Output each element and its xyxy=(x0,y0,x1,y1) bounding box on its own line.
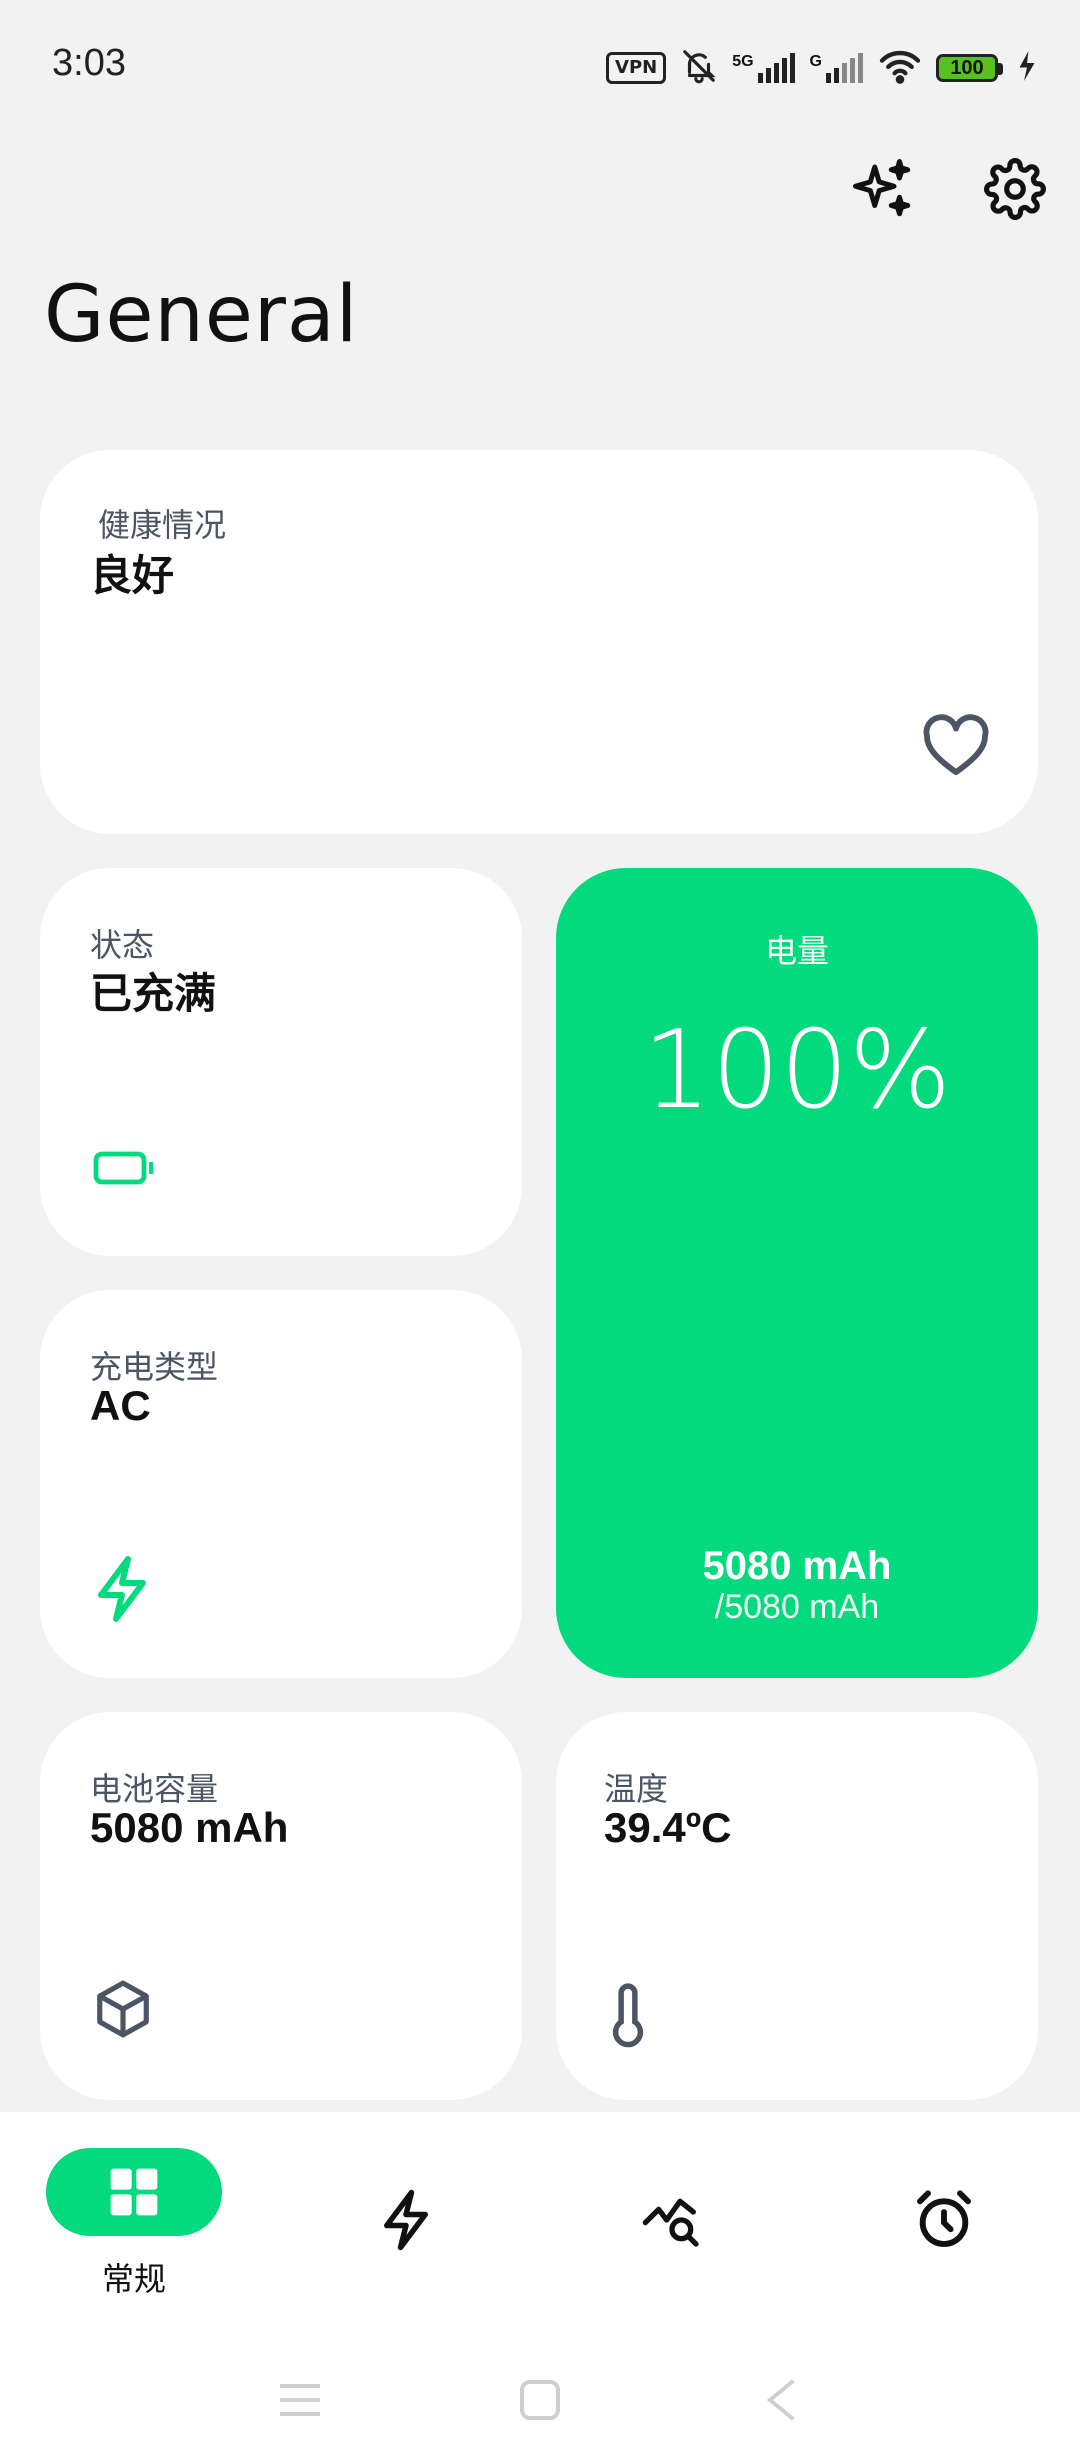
gear-icon xyxy=(984,158,1046,220)
bolt-icon xyxy=(92,1552,152,1631)
bolt-icon xyxy=(384,2189,428,2251)
charge-type-value: AC xyxy=(90,1382,151,1429)
charge-type-card[interactable]: 充电类型 AC xyxy=(40,1290,522,1678)
level-label: 电量 xyxy=(764,933,829,969)
menu-nav-button[interactable] xyxy=(260,2370,340,2430)
charging-icon xyxy=(1018,50,1036,86)
wifi-icon xyxy=(878,48,922,89)
level-current-mah: 5080 mAh xyxy=(702,1544,892,1588)
chart-search-icon xyxy=(642,2198,699,2247)
dashboard-icon xyxy=(110,2168,158,2216)
capacity-value: 5080 mAh xyxy=(90,1804,289,1851)
nav-item-charging[interactable] xyxy=(366,2180,446,2260)
level-percent: 100% xyxy=(642,1008,952,1133)
back-nav-button[interactable] xyxy=(740,2370,820,2430)
cube-icon xyxy=(92,1978,154,2045)
sparkle-button[interactable] xyxy=(846,152,920,226)
status-time: 3:03 xyxy=(52,42,126,84)
page-title: General xyxy=(44,270,359,360)
level-total-mah: /5080 mAh xyxy=(714,1588,880,1626)
signal-5g-icon: 5G xyxy=(732,53,795,83)
back-chevron-icon xyxy=(766,2380,794,2420)
heart-icon xyxy=(920,714,992,783)
health-card[interactable]: 健康情况 良好 xyxy=(40,450,1038,834)
status-card[interactable]: 状态 已充满 xyxy=(40,868,522,1256)
nav-item-alarm[interactable] xyxy=(904,2180,984,2260)
menu-icon xyxy=(280,2384,320,2416)
home-nav-button[interactable] xyxy=(500,2370,580,2430)
sparkle-icon xyxy=(853,159,911,217)
status-value: 已充满 xyxy=(90,970,217,1017)
nav-item-general[interactable] xyxy=(46,2148,222,2236)
thermometer-icon xyxy=(606,1982,650,2053)
temperature-card[interactable]: 温度 39.4ºC xyxy=(556,1712,1038,2100)
health-label: 健康情况 xyxy=(98,507,227,543)
settings-button[interactable] xyxy=(978,152,1052,226)
battery-icon xyxy=(92,1148,158,1193)
capacity-card[interactable]: 电池容量 5080 mAh xyxy=(40,1712,522,2100)
nav-item-history[interactable] xyxy=(632,2180,712,2260)
level-card[interactable]: 电量 100% 5080 mAh /5080 mAh xyxy=(556,868,1038,1678)
nav-label-general: 常规 xyxy=(101,2261,166,2297)
battery-status-icon: 100 xyxy=(936,54,1003,82)
alarm-icon xyxy=(917,2190,971,2247)
health-value: 良好 xyxy=(90,552,175,599)
home-square-icon xyxy=(520,2380,560,2420)
vpn-icon: VPN xyxy=(606,52,667,84)
status-icons: VPN 5G G 100 xyxy=(606,46,1036,90)
temperature-value: 39.4ºC xyxy=(604,1804,732,1851)
signal-g-icon: G xyxy=(810,53,864,83)
mute-bell-icon xyxy=(680,46,718,91)
